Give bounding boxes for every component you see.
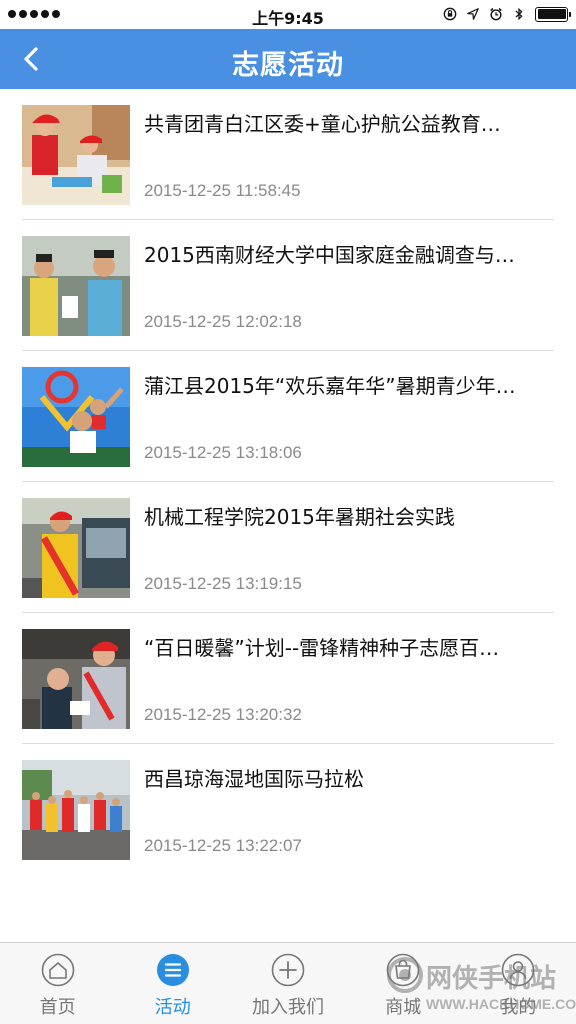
plus-circle-icon — [271, 953, 305, 987]
activity-title: 蒲江县2015年“欢乐嘉年华”暑期青少年… — [144, 374, 516, 398]
bluetooth-icon — [515, 7, 523, 21]
activity-title: 西昌琼海湿地国际马拉松 — [144, 767, 364, 791]
list-item[interactable]: 西昌琼海湿地国际马拉松 2015-12-25 13:22:07 — [0, 744, 576, 875]
user-icon — [502, 953, 535, 987]
location-arrow-icon — [467, 8, 479, 20]
activity-title: 机械工程学院2015年暑期社会实践 — [144, 505, 455, 529]
activity-date: 2015-12-25 13:22:07 — [144, 836, 302, 855]
list-item[interactable]: 共青团青白江区委+童心护航公益教育… 2015-12-25 11:58:45 — [0, 89, 576, 220]
list-item[interactable]: “百日暖馨”计划--雷锋精神种子志愿百… 2015-12-25 13:20:32 — [0, 613, 576, 744]
activity-title: 2015西南财经大学中国家庭金融调查与… — [144, 243, 515, 267]
activity-thumbnail — [22, 760, 130, 860]
activity-date: 2015-12-25 13:19:15 — [144, 574, 302, 593]
tab-activities[interactable]: 活动 — [115, 943, 230, 1024]
tab-label: 商城 — [385, 997, 422, 1018]
activity-list: 共青团青白江区委+童心护航公益教育… 2015-12-25 11:58:45 2… — [0, 89, 576, 875]
battery-icon — [535, 6, 571, 22]
activity-thumbnail — [22, 236, 130, 336]
lock-rotation-icon — [443, 7, 457, 21]
activity-date: 2015-12-25 13:18:06 — [144, 443, 302, 462]
activity-title: 共青团青白江区委+童心护航公益教育… — [144, 112, 501, 136]
activity-date: 2015-12-25 12:02:18 — [144, 312, 302, 331]
tab-label: 我的 — [500, 997, 537, 1018]
list-item[interactable]: 2015西南财经大学中国家庭金融调查与… 2015-12-25 12:02:18 — [0, 220, 576, 351]
page-title: 志愿活动 — [232, 50, 344, 81]
shop-icon — [386, 953, 420, 987]
activity-thumbnail — [22, 629, 130, 729]
list-item[interactable]: 蒲江县2015年“欢乐嘉年华”暑期青少年… 2015-12-25 13:18:0… — [0, 351, 576, 482]
alarm-icon — [490, 7, 502, 21]
activity-thumbnail — [22, 498, 130, 598]
tab-shop[interactable]: 商城 — [346, 943, 461, 1024]
activity-thumbnail — [22, 105, 130, 205]
activity-thumbnail — [22, 367, 130, 467]
tab-bar: 首页 活动 加入我们 商城 我的 — [0, 942, 576, 1024]
tab-label: 加入我们 — [252, 997, 324, 1018]
home-icon — [41, 953, 74, 987]
list-item[interactable]: 机械工程学院2015年暑期社会实践 2015-12-25 13:19:15 — [0, 482, 576, 613]
tab-label: 首页 — [39, 997, 76, 1018]
status-bar: 上午9:45 — [0, 0, 576, 29]
tab-mine[interactable]: 我的 — [461, 943, 576, 1024]
nav-bar: 志愿活动 — [0, 29, 576, 89]
activity-date: 2015-12-25 13:20:32 — [144, 705, 302, 724]
tab-home[interactable]: 首页 — [0, 943, 115, 1024]
tab-label: 活动 — [154, 997, 191, 1018]
activity-title: “百日暖馨”计划--雷锋精神种子志愿百… — [144, 636, 500, 660]
activity-date: 2015-12-25 11:58:45 — [144, 181, 301, 200]
list-icon — [156, 954, 189, 986]
tab-join-us[interactable]: 加入我们 — [230, 943, 345, 1024]
